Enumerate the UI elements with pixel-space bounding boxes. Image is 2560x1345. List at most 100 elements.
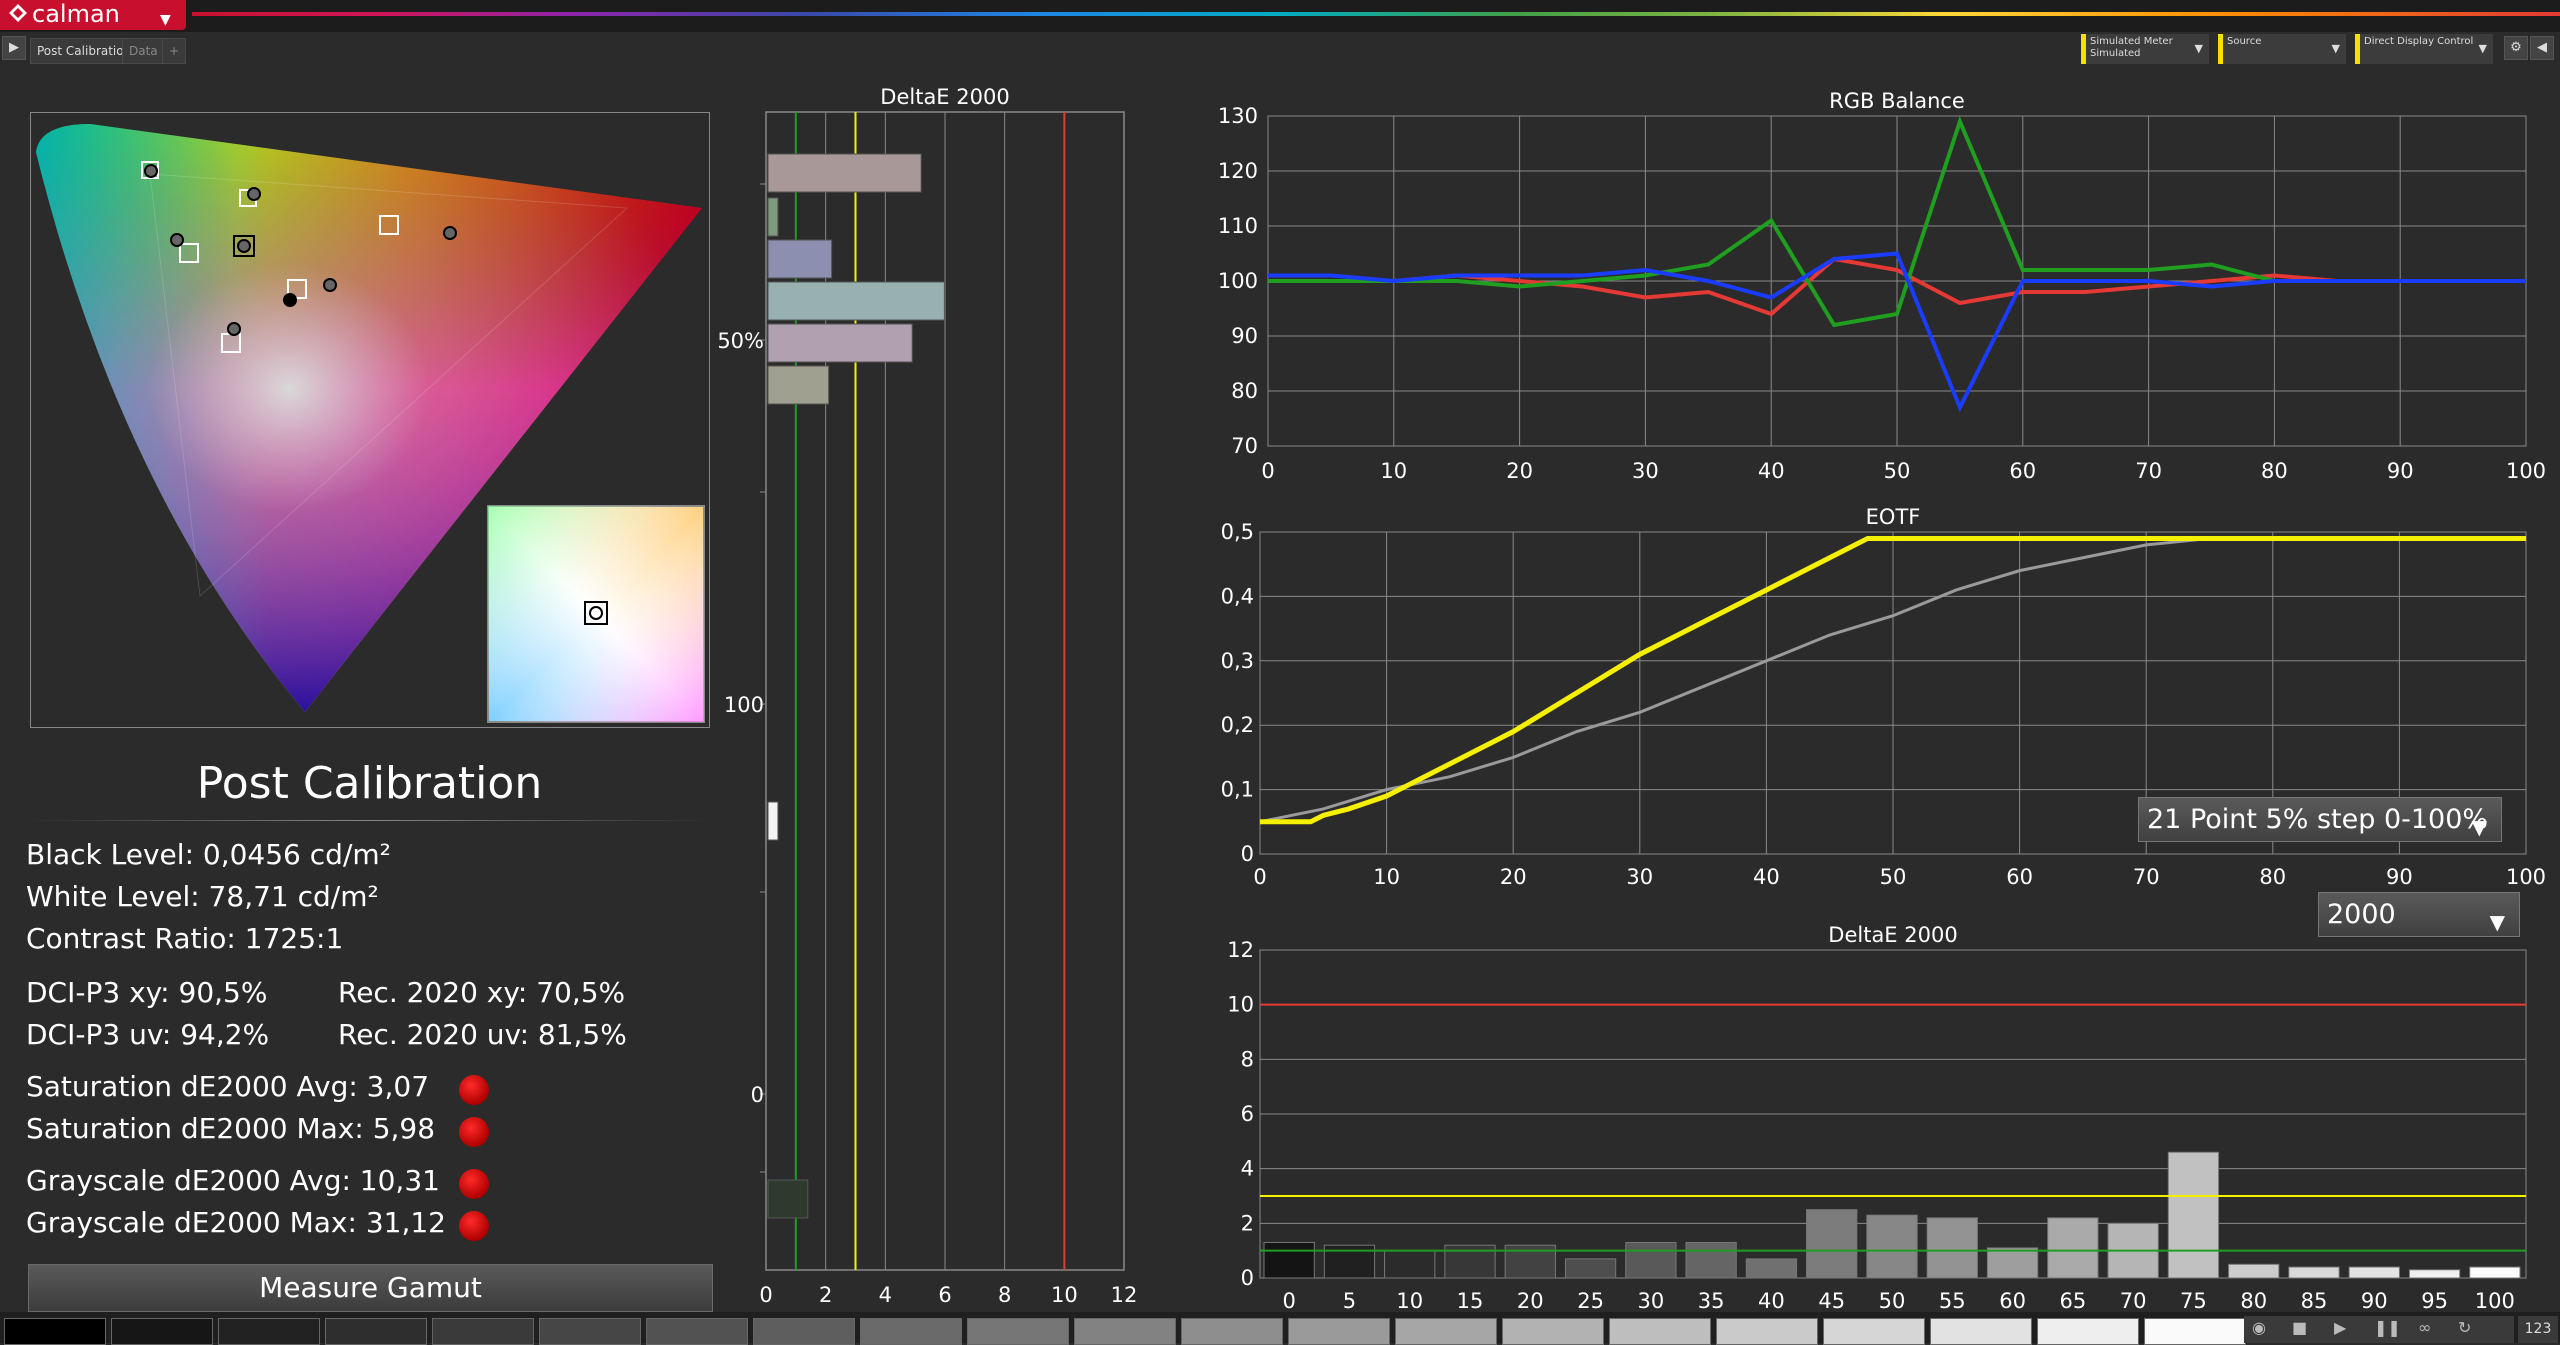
status-dot-red: [459, 1211, 489, 1241]
x-tick-label: 30: [1637, 1289, 1664, 1312]
patch-swatch[interactable]: [1609, 1318, 1711, 1345]
de-formula-select[interactable]: 2000 ▼: [2318, 892, 2520, 937]
app-name: calman: [32, 0, 120, 28]
x-tick-label: 60: [1999, 1289, 2026, 1312]
display-control-label: Direct Display Control: [2364, 36, 2474, 47]
patch-swatch[interactable]: [1930, 1318, 2032, 1345]
patch-swatch[interactable]: [4, 1318, 106, 1345]
chevron-down-icon: ▼: [2331, 42, 2340, 55]
dci-p3-xy: DCI-P3 xy: 90,5%: [26, 976, 268, 1009]
stop-icon[interactable]: ■: [2292, 1318, 2307, 1337]
x-tick-label: 65: [2059, 1289, 2086, 1312]
x-tick-label: 80: [2240, 1289, 2267, 1312]
x-tick-label: 8: [998, 1283, 1011, 1307]
source-select[interactable]: Source ▼: [2218, 34, 2346, 64]
status-dot-red: [459, 1075, 489, 1105]
y-tick-label: 0,5: [1221, 520, 1254, 544]
refresh-icon[interactable]: ↻: [2458, 1318, 2471, 1337]
x-tick-label: 20: [1500, 865, 1527, 889]
deltae-bar: [2047, 1217, 2099, 1279]
eotf-points-select[interactable]: 21 Point 5% step 0-100% ▼: [2138, 797, 2502, 842]
x-tick-label: 90: [2386, 865, 2413, 889]
meter-label: Simulated Meter: [2090, 36, 2173, 47]
x-tick-label: 6: [938, 1283, 951, 1307]
rgb-balance-chart: 70 80 90 100 110 120 130 0 10 20 30 40 50 60 70 80 90 100…: [1218, 89, 2546, 483]
back-icon[interactable]: ◀: [2530, 36, 2554, 60]
x-tick-label: 20: [1506, 459, 1533, 483]
y-tick-label: 6: [1241, 1102, 1254, 1126]
x-tick-label: 30: [1626, 865, 1653, 889]
x-tick-label: 60: [2006, 865, 2033, 889]
deltae-bar: [1926, 1217, 1978, 1279]
deltae-bar: [767, 197, 779, 237]
x-tick-label: 100: [2506, 459, 2546, 483]
tab-data[interactable]: Data: [122, 38, 165, 64]
y-tick-label: 90: [1231, 324, 1258, 348]
patch-swatch[interactable]: [2037, 1318, 2139, 1345]
patch-swatch[interactable]: [1823, 1318, 1925, 1345]
x-tick-label: 70: [2133, 865, 2160, 889]
deltae-bar: [1866, 1214, 1918, 1279]
y-tick-label: 0,2: [1221, 713, 1254, 737]
patch-swatch[interactable]: [1716, 1318, 1818, 1345]
x-tick-label: 45: [1818, 1289, 1845, 1312]
patch-swatch[interactable]: [218, 1318, 320, 1345]
x-tick-label: 0: [1282, 1289, 1295, 1312]
measured-point: [247, 187, 261, 201]
record-icon[interactable]: ◉: [2252, 1318, 2266, 1337]
patch-swatch[interactable]: [967, 1318, 1069, 1345]
deltae-bar: [767, 801, 779, 841]
gear-icon[interactable]: ⚙: [2504, 36, 2528, 60]
patch-swatch[interactable]: [2144, 1318, 2246, 1345]
patch-swatch[interactable]: [646, 1318, 748, 1345]
play-icon[interactable]: ▶: [2334, 1318, 2346, 1337]
patch-swatch[interactable]: [1074, 1318, 1176, 1345]
meter-sub: Simulated: [2090, 48, 2141, 59]
x-tick-label: 10: [1380, 459, 1407, 483]
display-control-select[interactable]: Direct Display Control ▼: [2355, 34, 2493, 64]
x-tick-label: 50: [1880, 865, 1907, 889]
patch-swatch[interactable]: [325, 1318, 427, 1345]
x-tick-label: 55: [1939, 1289, 1966, 1312]
patch-swatch[interactable]: [432, 1318, 534, 1345]
chart-title: RGB Balance: [1829, 89, 1965, 113]
patch-swatch[interactable]: [1502, 1318, 1604, 1345]
deltae-bar: [1564, 1258, 1617, 1279]
patch-swatch[interactable]: [111, 1318, 213, 1345]
page-indicator[interactable]: 123: [2518, 1316, 2558, 1343]
patch-swatch[interactable]: [1181, 1318, 1283, 1345]
loop-icon[interactable]: ∞: [2418, 1318, 2431, 1337]
status-dot-red: [459, 1117, 489, 1147]
y-tick-label: 120: [1218, 159, 1258, 183]
saturation-de-max: Saturation dE2000 Max: 5,98: [26, 1112, 436, 1145]
y-tick-label: 100: [724, 693, 764, 717]
y-tick-label: 130: [1218, 104, 1258, 128]
deltae-bar: [1685, 1241, 1737, 1279]
deltae-bar: [767, 281, 945, 321]
x-tick-label: 0: [759, 1283, 772, 1307]
measured-point: [283, 293, 297, 307]
rec2020-xy: Rec. 2020 xy: 70,5%: [338, 976, 626, 1009]
meter-select[interactable]: Simulated Meter Simulated ▼: [2081, 34, 2209, 64]
x-tick-label: 5: [1343, 1289, 1356, 1312]
deltae-bar: [1384, 1250, 1436, 1279]
x-tick-label: 80: [2259, 865, 2286, 889]
app-menu-button[interactable]: calman ▼: [0, 0, 186, 30]
deltae-bar: [1625, 1241, 1677, 1279]
play-icon[interactable]: ▶: [2, 36, 26, 60]
grayscale-de-max: Grayscale dE2000 Max: 31,12: [26, 1206, 446, 1239]
patch-swatch[interactable]: [539, 1318, 641, 1345]
deltae-bar: [2228, 1263, 2280, 1279]
patch-swatch[interactable]: [1395, 1318, 1497, 1345]
measure-gamut-button[interactable]: Measure Gamut: [28, 1264, 713, 1312]
patch-swatch[interactable]: [1288, 1318, 1390, 1345]
rec2020-uv: Rec. 2020 uv: 81,5%: [338, 1018, 627, 1051]
x-tick-label: 30: [1632, 459, 1659, 483]
patch-swatch[interactable]: [753, 1318, 855, 1345]
tab-add[interactable]: +: [162, 38, 187, 64]
deltae-bar: [2288, 1266, 2340, 1279]
x-tick-label: 10: [1051, 1283, 1078, 1307]
chevron-down-icon: ▼: [2489, 910, 2505, 934]
patch-swatch[interactable]: [860, 1318, 962, 1345]
pause-icon[interactable]: ❚❚: [2374, 1318, 2401, 1337]
